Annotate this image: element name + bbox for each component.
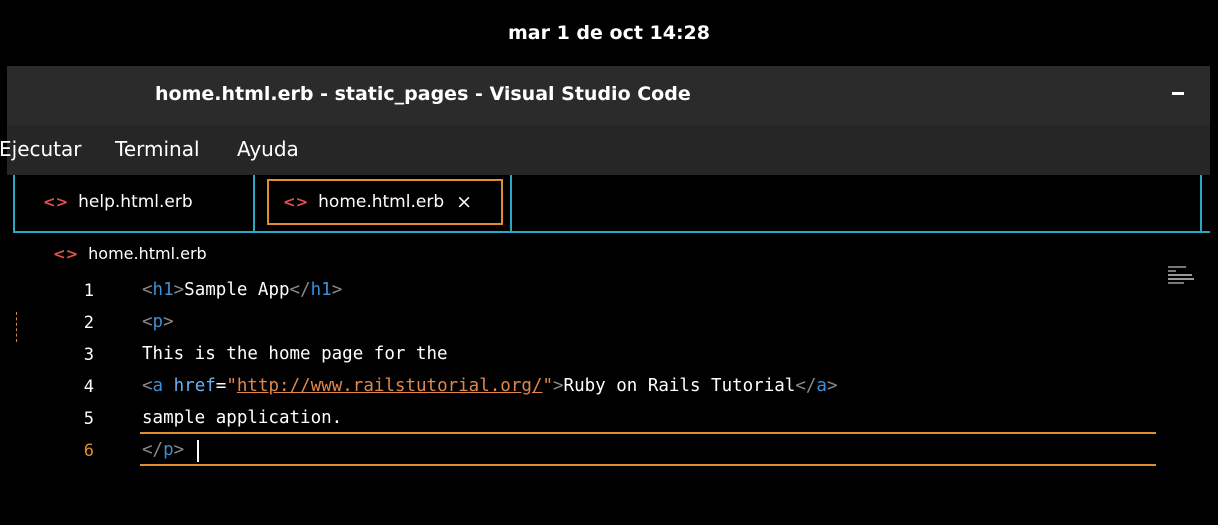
code-line[interactable]: <p> [142, 312, 174, 332]
code-line[interactable]: <a href="http://www.railstutorial.org/">… [142, 376, 838, 396]
close-icon[interactable]: × [456, 191, 472, 213]
tab-label: help.html.erb [78, 192, 193, 212]
minimize-icon[interactable] [1172, 92, 1184, 95]
window-title: home.html.erb - static_pages - Visual St… [155, 83, 691, 105]
system-top-bar: mar 1 de oct 14:28 [0, 0, 1218, 66]
tab-help-html-erb[interactable]: <> help.html.erb [43, 179, 193, 225]
scroll-indicator[interactable] [10, 312, 17, 342]
tab-divider [253, 175, 255, 231]
text-cursor [197, 440, 199, 462]
menu-item-ejecutar[interactable]: Ejecutar [0, 137, 82, 161]
code-line[interactable]: <h1>Sample App</h1> [142, 280, 342, 300]
minimap[interactable] [1166, 265, 1196, 287]
tab-bar: <> help.html.erb <> home.html.erb × [13, 175, 1212, 231]
line-number-current: 6 [83, 441, 94, 461]
url-link[interactable]: http://www.railstutorial.org/ [237, 376, 543, 396]
breadcrumb[interactable]: <> home.html.erb [53, 244, 207, 263]
html-file-icon: <> [53, 244, 79, 263]
menu-bar: Ejecutar Terminal Ayuda [0, 125, 1210, 175]
html-file-icon: <> [43, 193, 69, 211]
code-line[interactable]: </p> [142, 440, 184, 460]
system-clock[interactable]: mar 1 de oct 14:28 [0, 22, 1218, 44]
line-number: 4 [83, 377, 94, 397]
minimap-preview [1168, 266, 1194, 284]
current-line-highlight [140, 432, 1156, 466]
menu-item-terminal[interactable]: Terminal [115, 137, 200, 161]
line-number: 5 [83, 409, 94, 429]
tab-divider [510, 175, 512, 231]
tab-home-html-erb[interactable]: <> home.html.erb × [267, 179, 503, 225]
tab-divider [1200, 175, 1202, 231]
tab-label: home.html.erb [318, 192, 445, 212]
line-number: 3 [83, 345, 94, 365]
window-title-bar: home.html.erb - static_pages - Visual St… [7, 66, 1210, 125]
html-file-icon: <> [283, 193, 309, 211]
breadcrumb-file[interactable]: home.html.erb [88, 244, 207, 263]
code-line[interactable]: This is the home page for the [142, 344, 448, 364]
line-number: 2 [83, 313, 94, 333]
tab-bar-border [13, 231, 1210, 233]
menu-item-ayuda[interactable]: Ayuda [237, 137, 299, 161]
line-number: 1 [83, 281, 94, 301]
code-line[interactable]: sample application. [142, 408, 342, 428]
